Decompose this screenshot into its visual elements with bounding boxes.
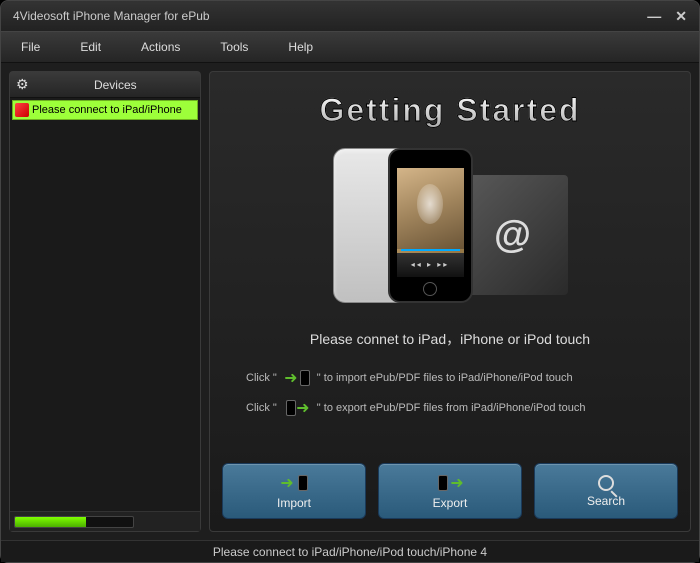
app-title: 4Videosoft iPhone Manager for ePub [13,9,647,23]
menu-help[interactable]: Help [288,40,313,54]
instruction-click-label: Click " [246,402,277,414]
instruction-export: Click " ➜ " to export ePub/PDF files fro… [246,399,678,417]
import-icon: ➜ [279,369,315,387]
disconnect-icon [15,103,29,117]
sidebar-footer [10,511,200,531]
import-button-label: Import [277,496,311,510]
instruction-export-text: " to export ePub/PDF files from iPad/iPh… [317,402,586,414]
status-text: Please connect to iPad/iPhone/iPod touch… [213,545,487,559]
sidebar: ⚙ Devices Please connect to iPad/iPhone [9,71,201,532]
app-window: 4Videosoft iPhone Manager for ePub — ✕ F… [0,0,700,563]
main-panel: Getting Started ◂◂ ▸ ▸▸ @ Please [209,71,691,532]
player-controls-icon: ◂◂ ▸ ▸▸ [397,253,464,277]
at-sign-icon: @ [494,214,531,257]
device-item[interactable]: Please connect to iPad/iPhone [12,100,198,120]
minimize-button[interactable]: — [647,8,661,25]
close-button[interactable]: ✕ [675,8,687,25]
progress-fill [15,517,86,527]
sidebar-header: ⚙ Devices [10,72,200,98]
menu-file[interactable]: File [21,40,40,54]
window-controls: — ✕ [647,8,687,25]
connect-message: Please connet to iPad，iPhone or iPod tou… [222,329,678,349]
menu-tools[interactable]: Tools [220,40,248,54]
search-button-label: Search [587,494,625,508]
device-item-label: Please connect to iPad/iPhone [32,104,182,116]
album-art [397,168,464,249]
gear-icon[interactable]: ⚙ [16,76,29,93]
search-icon [598,475,614,491]
menubar: File Edit Actions Tools Help [1,31,699,63]
playback-progress [401,249,460,251]
content-area: ⚙ Devices Please connect to iPad/iPhone … [1,63,699,540]
sidebar-title: Devices [37,78,194,92]
import-button-icon: ➜ [280,473,307,493]
instruction-click-label: Click " [246,372,277,384]
instruction-import-text: " to import ePub/PDF files to iPad/iPhon… [317,372,573,384]
device-screen: ◂◂ ▸ ▸▸ [397,168,464,277]
export-button-icon: ➜ [436,473,463,493]
export-button[interactable]: ➜ Export [378,463,522,519]
menu-actions[interactable]: Actions [141,40,180,54]
menu-edit[interactable]: Edit [80,40,101,54]
home-button-icon [423,282,437,296]
address-book-image: @ [458,175,568,295]
page-title: Getting Started [222,92,678,129]
import-button[interactable]: ➜ Import [222,463,366,519]
progress-bar [14,516,134,528]
export-button-label: Export [433,496,468,510]
illustration: ◂◂ ▸ ▸▸ @ [222,145,678,305]
export-icon: ➜ [279,399,315,417]
instruction-import: Click " ➜ " to import ePub/PDF files to … [246,369,678,387]
statusbar: Please connect to iPad/iPhone/iPod touch… [1,540,699,562]
iphone-front-image: ◂◂ ▸ ▸▸ [388,148,473,303]
button-row: ➜ Import ➜ Export Search [222,453,678,519]
device-list: Please connect to iPad/iPhone [10,98,200,511]
search-button[interactable]: Search [534,463,678,519]
titlebar: 4Videosoft iPhone Manager for ePub — ✕ [1,1,699,31]
